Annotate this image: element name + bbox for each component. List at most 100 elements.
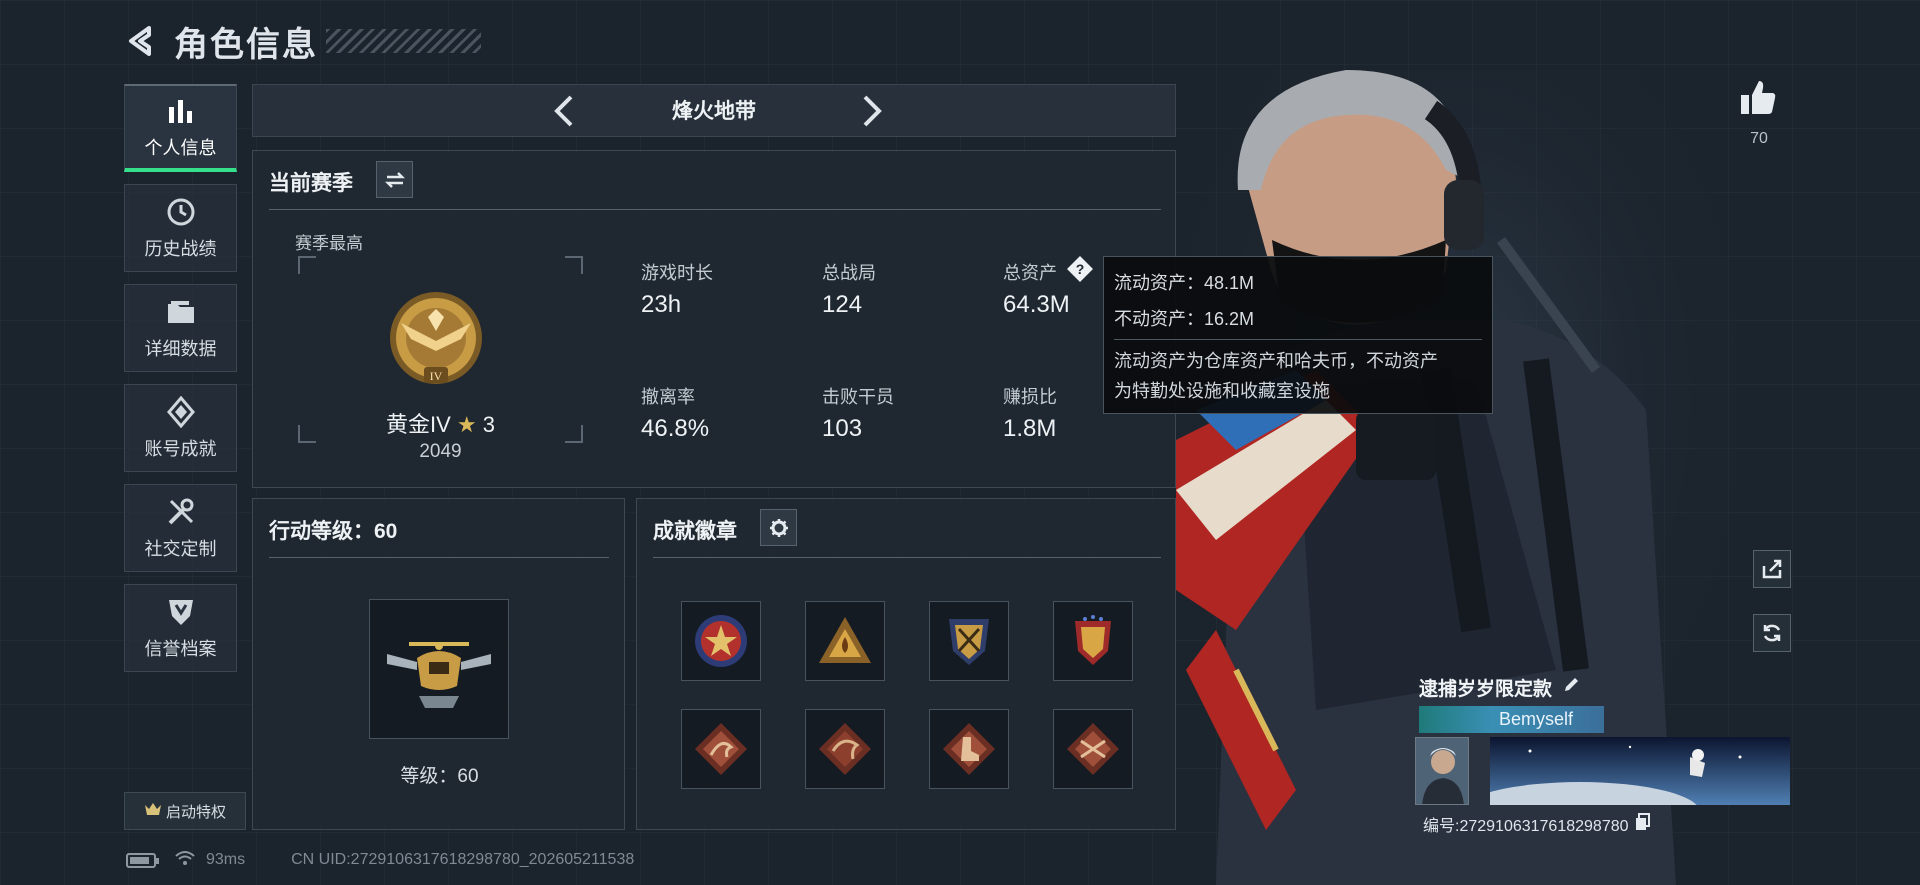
stat-value: 64.3M [1003, 291, 1070, 318]
status-bar: 93ms CN UID:2729106317618298780_20260521… [126, 848, 634, 872]
diamond-icon [166, 395, 196, 429]
tooltip-description-line: 流动资产为仓库资产和哈夫币，不动资产 [1114, 351, 1438, 371]
back-arrow-icon[interactable] [124, 23, 160, 59]
launch-privilege-button[interactable]: 启动特权 [124, 792, 246, 830]
stat-label: 撤离率 [641, 387, 695, 407]
star-icon: ★ [456, 412, 477, 437]
tools-icon [165, 495, 197, 529]
nav-label: 账号成就 [144, 439, 217, 459]
refresh-button[interactable] [1753, 614, 1791, 652]
gear-icon [769, 518, 788, 537]
share-button[interactable] [1753, 550, 1791, 588]
header: 角色信息 [124, 18, 481, 64]
badge-slot[interactable] [805, 601, 885, 681]
level-badge-frame [369, 599, 509, 739]
copy-icon[interactable] [1635, 812, 1651, 836]
level-label: 等级：60 [400, 766, 479, 787]
nav-item-achievements[interactable]: 账号成就 [124, 384, 237, 472]
divider [653, 557, 1161, 558]
rank-name: 黄金IV [385, 412, 451, 437]
season-panel: 当前赛季 赛季最高 IV 黄金IV ★ 3 2049 游戏时长 23h 总战局 … [252, 150, 1176, 488]
badge-slot[interactable] [681, 709, 761, 789]
stat-label: 总战局 [822, 263, 876, 283]
help-icon[interactable]: ? [1066, 255, 1094, 283]
season-switch-button[interactable] [376, 161, 413, 198]
title-decoration [326, 29, 481, 53]
player-card-title: 逮捕岁岁限定款 [1419, 674, 1580, 701]
dragon-diamond-alt-icon [819, 723, 871, 775]
player-name: Bemyself [1499, 709, 1574, 729]
action-level-panel: 行动等级：60 等级：60 [252, 498, 625, 830]
achievement-badges-panel: 成就徽章 [636, 498, 1176, 830]
stat-value: 1.8M [1003, 415, 1057, 442]
svg-text:IV: IV [430, 369, 443, 383]
uid-text: CN UID:2729106317618298780_202605211538 [291, 851, 635, 868]
edit-icon[interactable] [1562, 676, 1580, 700]
rank-line: 黄金IV ★ 3 [298, 407, 583, 439]
privilege-label: 启动特权 [165, 803, 226, 821]
badge-slot[interactable] [1053, 709, 1133, 789]
next-mode-icon[interactable] [853, 93, 889, 129]
nav-item-details[interactable]: 详细数据 [124, 284, 237, 372]
badge-slot[interactable] [681, 601, 761, 681]
nav-item-history[interactable]: 历史战绩 [124, 184, 237, 272]
nav-label: 社交定制 [144, 539, 217, 559]
flag-shield-icon [1075, 615, 1111, 665]
swap-icon [384, 171, 405, 188]
stat-value: 23h [641, 291, 682, 318]
badge-slot[interactable] [929, 601, 1009, 681]
stat-value: 124 [822, 291, 863, 318]
share-icon [1762, 559, 1782, 579]
ping-text: 93ms [206, 851, 246, 868]
star-medal-icon [695, 615, 747, 667]
nav-item-credit[interactable]: 信誉档案 [124, 584, 237, 672]
stat-label: 总资产 [1003, 263, 1057, 283]
stat-value: 46.8% [641, 415, 710, 442]
stat-label: 游戏时长 [641, 263, 713, 283]
battery-icon [126, 852, 159, 868]
level-title: 行动等级：60 [269, 520, 398, 543]
badge-slot[interactable] [929, 709, 1009, 789]
nav-item-personal-info[interactable]: 个人信息 [124, 84, 237, 172]
badges-title: 成就徽章 [653, 520, 737, 543]
stat-label: 击败干员 [822, 387, 894, 407]
nav-item-social[interactable]: 社交定制 [124, 484, 237, 572]
rank-points: 2049 [419, 441, 462, 462]
thumbs-up-icon[interactable] [1738, 78, 1778, 118]
badge-slot[interactable] [805, 709, 885, 789]
stat-value: 103 [822, 415, 863, 442]
avatar[interactable] [1415, 737, 1469, 805]
mode-selector: 烽火地带 [252, 84, 1176, 137]
shield-icon [166, 595, 196, 629]
player-banner [1490, 737, 1790, 805]
side-nav: 个人信息 历史战绩 详细数据 账号成就 社交定制 信誉档案 [124, 84, 237, 684]
folder-icon [165, 295, 197, 329]
refresh-icon [1763, 624, 1781, 642]
nav-label: 历史战绩 [144, 239, 217, 259]
divider [1114, 339, 1482, 340]
like-count: 70 [1750, 130, 1768, 147]
clock-icon [166, 195, 196, 229]
stat-label: 赚损比 [1003, 387, 1057, 407]
rank-stars: 3 [482, 412, 496, 437]
fixed-assets: 不动资产：16.2M [1114, 309, 1255, 329]
badges-settings-button[interactable] [760, 509, 797, 546]
dragon-diamond-icon [695, 723, 747, 775]
bar-chart-icon [166, 94, 196, 128]
player-name-plate: Bemyself [1419, 706, 1604, 733]
divider [269, 209, 1161, 210]
wifi-icon [174, 850, 196, 871]
crown-icon [144, 802, 162, 820]
crossed-rifles-diamond-icon [1067, 723, 1119, 775]
player-id-text: 编号:2729106317618298780 [1423, 818, 1629, 835]
player-id: 编号:2729106317618298780 [1423, 812, 1651, 836]
tooltip-description-line: 为特勤处设施和收藏室设施 [1114, 381, 1330, 401]
nav-label: 详细数据 [144, 339, 217, 359]
divider [269, 557, 609, 558]
card-title-text: 逮捕岁岁限定款 [1419, 679, 1553, 700]
season-best-label: 赛季最高 [295, 234, 363, 253]
page-title: 角色信息 [174, 25, 318, 64]
season-title: 当前赛季 [269, 172, 353, 195]
badge-slot[interactable] [1053, 601, 1133, 681]
mode-title: 烽火地带 [672, 100, 756, 123]
